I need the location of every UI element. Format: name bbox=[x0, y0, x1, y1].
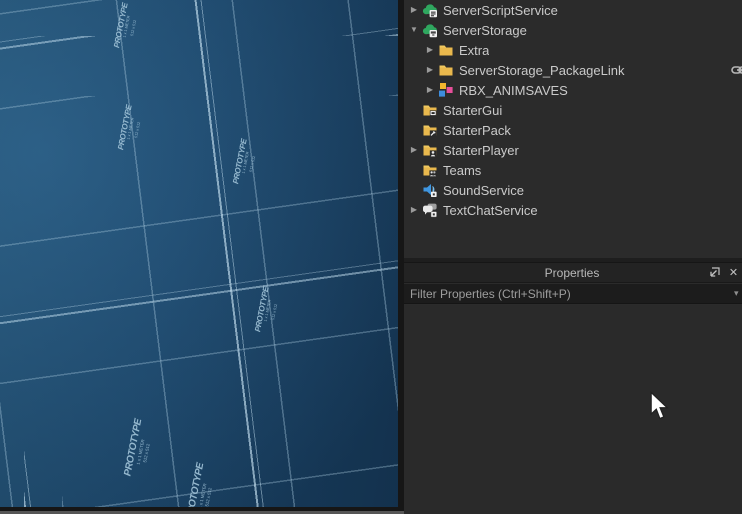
chevron-right-icon[interactable]: ▶ bbox=[406, 140, 422, 160]
server-script-service-icon bbox=[422, 2, 438, 18]
package-link-icon bbox=[731, 62, 742, 78]
prototype-stamp: PROTOTYPE 1 x 1 METER 512 x 512 bbox=[112, 2, 138, 49]
folder-icon bbox=[438, 62, 454, 78]
right-panel-column: ▶ ServerScriptService ▼ ServerStorage ▶ Ex… bbox=[404, 0, 742, 514]
explorer-panel: ▶ ServerScriptService ▼ ServerStorage ▶ Ex… bbox=[404, 0, 742, 258]
explorer-item-label: StarterPlayer bbox=[443, 142, 519, 158]
explorer-item-label: Teams bbox=[443, 162, 482, 178]
prototype-stamp: PROTOTYPE 1 x 1 METER 512 x 512 bbox=[253, 286, 279, 333]
chevron-right-icon[interactable]: ▶ bbox=[422, 40, 438, 60]
chevron-right-icon[interactable]: ▶ bbox=[422, 60, 438, 80]
filter-properties-input[interactable] bbox=[404, 286, 734, 301]
folder-icon bbox=[438, 42, 454, 58]
model-icon bbox=[438, 82, 454, 98]
properties-header: Properties ✕ bbox=[404, 263, 742, 283]
explorer-item-label: Extra bbox=[459, 42, 490, 58]
explorer-item-starterpack[interactable]: StarterPack bbox=[404, 120, 742, 140]
explorer-item-textchatservice[interactable]: ▶ TextChatService bbox=[404, 200, 742, 220]
teams-icon bbox=[422, 162, 438, 178]
viewport-frame: PROTOTYPE 1 x 1 METER 512 x 512 PROTOTYP… bbox=[0, 0, 404, 514]
filter-dropdown-caret-icon[interactable]: ▾ bbox=[734, 288, 742, 299]
explorer-item-serverstorage[interactable]: ▼ ServerStorage bbox=[404, 20, 742, 40]
chevron-right-icon[interactable]: ▶ bbox=[406, 0, 422, 20]
explorer-item-label: ServerStorage bbox=[443, 22, 527, 38]
chevron-right-icon[interactable]: ▶ bbox=[422, 80, 438, 100]
explorer-item-extra[interactable]: ▶ Extra bbox=[404, 40, 742, 60]
server-storage-icon bbox=[422, 22, 438, 38]
explorer-item-label: RBX_ANIMSAVES bbox=[459, 82, 568, 98]
explorer-item-startergui[interactable]: StarterGui bbox=[404, 100, 742, 120]
explorer-item-teams[interactable]: Teams bbox=[404, 160, 742, 180]
explorer-item-label: StarterGui bbox=[443, 102, 503, 118]
3d-viewport[interactable]: PROTOTYPE 1 x 1 METER 512 x 512 PROTOTYP… bbox=[0, 0, 398, 507]
properties-filter-row: ▾ bbox=[404, 284, 742, 304]
chevron-down-icon[interactable]: ▼ bbox=[406, 20, 422, 40]
chevron-right-icon[interactable]: ▶ bbox=[406, 200, 422, 220]
explorer-item-rbx-animsaves[interactable]: ▶ RBX_ANIMSAVES bbox=[404, 80, 742, 100]
explorer-item-starterplayer[interactable]: ▶ StarterPlayer bbox=[404, 140, 742, 160]
explorer-item-label: StarterPack bbox=[443, 122, 511, 138]
text-chat-service-icon bbox=[422, 202, 438, 218]
explorer-item-label: ServerScriptService bbox=[443, 2, 558, 18]
starter-gui-icon bbox=[422, 102, 438, 118]
sound-service-icon bbox=[422, 182, 438, 198]
explorer-item-serverstorage-packagelink[interactable]: ▶ ServerStorage_PackageLink bbox=[404, 60, 742, 80]
properties-body[interactable] bbox=[404, 305, 742, 514]
starter-player-icon bbox=[422, 142, 438, 158]
explorer-item-serverscriptservice[interactable]: ▶ ServerScriptService bbox=[404, 0, 742, 20]
starter-pack-icon bbox=[422, 122, 438, 138]
prototype-stamp: PROTOTYPE 1 x 1 METER 512 x 512 bbox=[122, 418, 152, 478]
close-panel-icon[interactable]: ✕ bbox=[725, 265, 742, 281]
prototype-stamp: PROTOTYPE 1 x 1 METER 512 x 512 bbox=[184, 462, 214, 507]
prototype-stamp: PROTOTYPE 1 x 1 METER 512 x 512 bbox=[116, 104, 142, 151]
prototype-stamp: PROTOTYPE 1 x 1 METER 512 x 512 bbox=[231, 138, 257, 185]
dock-panel-icon[interactable] bbox=[706, 265, 723, 281]
explorer-item-label: ServerStorage_PackageLink bbox=[459, 62, 625, 78]
explorer-item-soundservice[interactable]: SoundService bbox=[404, 180, 742, 200]
explorer-item-label: SoundService bbox=[443, 182, 524, 198]
properties-title: Properties bbox=[544, 265, 600, 280]
explorer-item-label: TextChatService bbox=[443, 202, 538, 218]
roblox-studio-window: PROTOTYPE 1 x 1 METER 512 x 512 PROTOTYP… bbox=[0, 0, 742, 514]
